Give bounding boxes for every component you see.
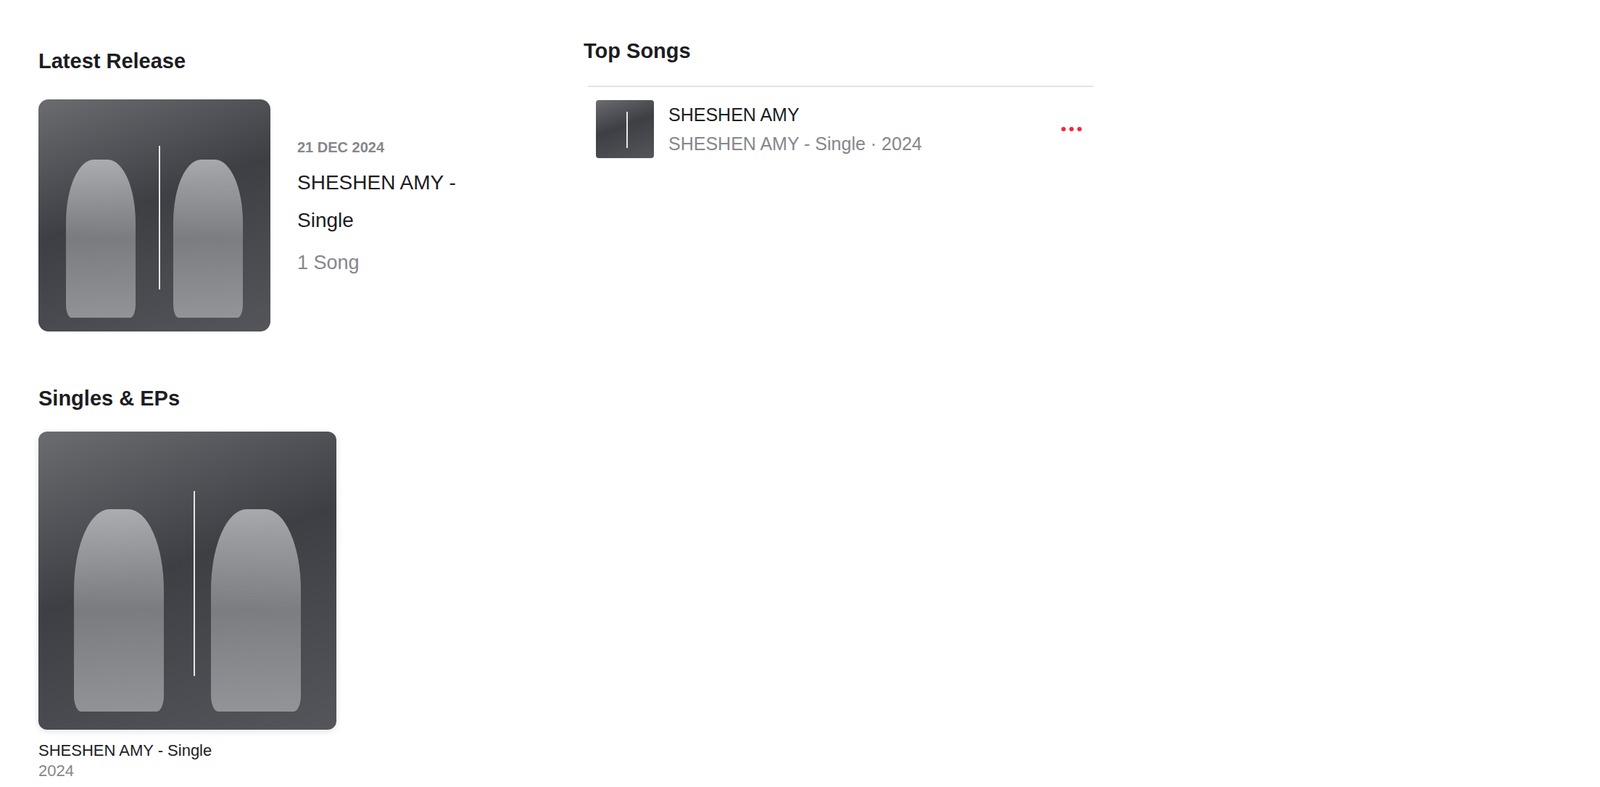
top-songs-heading: Top Songs [583,37,1094,64]
artist-page: Latest Release 21 DEC 2024 SHESHEN AMY - S… [0,0,1600,787]
album-artwork[interactable] [38,99,271,332]
song-list: SHESHEN AMY SHESHEN AMY - Single · 2024 [587,85,1094,159]
single-card[interactable]: SHESHEN AMY - Single2024 [38,431,337,781]
song-title[interactable]: SHESHEN AMY [668,102,1061,127]
song-text: SHESHEN AMY SHESHEN AMY - Single · 2024 [668,102,1061,156]
singles-eps-section: Singles & EPs SHESHEN AMY - Single2024 [38,384,584,781]
single-artwork[interactable] [38,431,337,730]
song-subtitle: SHESHEN AMY - Single · 2024 [668,131,1061,156]
left-column: Latest Release 21 DEC 2024 SHESHEN AMY - S… [38,47,584,787]
singles-eps-heading: Singles & EPs [38,384,584,412]
latest-release-info: 21 DEC 2024 SHESHEN AMY - Single 1 Song [297,99,508,332]
song-artwork [595,100,654,159]
single-year: 2024 [38,760,337,781]
single-title[interactable]: SHESHEN AMY - Single [38,740,337,761]
song-count: 1 Song [297,250,508,275]
release-date: 21 DEC 2024 [297,138,508,156]
latest-release-heading: Latest Release [38,47,584,74]
singles-list: SHESHEN AMY - Single2024 [38,431,584,781]
latest-release-card[interactable]: 21 DEC 2024 SHESHEN AMY - Single 1 Song [38,99,584,332]
latest-release-section: Latest Release 21 DEC 2024 SHESHEN AMY - S… [38,47,584,332]
more-icon[interactable] [1060,126,1083,132]
song-row[interactable]: SHESHEN AMY SHESHEN AMY - Single · 2024 [587,86,1094,159]
release-title[interactable]: SHESHEN AMY - Single [297,163,508,240]
top-songs-section: Top Songs SHESHEN AMY SHESHEN AMY - Single… [583,37,1094,787]
